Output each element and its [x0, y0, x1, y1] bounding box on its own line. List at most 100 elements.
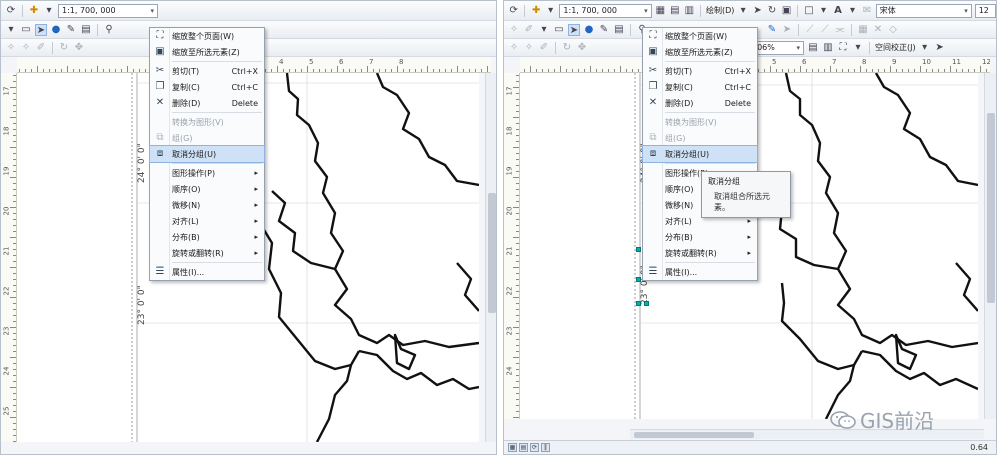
add-data-icon[interactable]: ✚: [530, 5, 541, 17]
scrollbar-thumb[interactable]: [987, 113, 995, 303]
select-arrow-icon[interactable]: ➤: [934, 42, 946, 54]
vertical-scrollbar[interactable]: [485, 73, 496, 442]
refresh-icon[interactable]: ⟳: [508, 5, 519, 17]
menu-item-properties[interactable]: ☰ 属性(I)...: [643, 264, 757, 280]
pan-icon[interactable]: ✥: [73, 42, 85, 54]
spatial-adjust-menu[interactable]: 空间校正(J): [875, 42, 916, 53]
sketch-icon[interactable]: ◇: [887, 24, 899, 36]
menu-item-sub-13[interactable]: 旋转或翻转(R) ▸: [150, 245, 264, 261]
menu-item-zoom-page[interactable]: ⛶ 缩放整个页面(W): [150, 28, 264, 44]
draw-menu[interactable]: 绘制(D): [706, 5, 734, 16]
menu-item-zoom-page[interactable]: ⛶ 缩放整个页面(W): [643, 28, 757, 44]
menu-item-zoom-selected[interactable]: ▣ 缩放至所选元素(Z): [150, 44, 264, 60]
vertex-icon[interactable]: ✧: [523, 42, 535, 54]
menu-item-cut[interactable]: ✂ 剪切(T) Ctrl+X: [150, 63, 264, 79]
vertex-icon[interactable]: ✧: [508, 42, 520, 54]
edit-pen-icon[interactable]: ✎: [598, 24, 610, 36]
rectangle-icon[interactable]: □: [803, 5, 814, 17]
scale-input[interactable]: 1:1, 700, 000 ▾: [559, 3, 652, 18]
add-data-icon[interactable]: ✚: [28, 5, 40, 17]
menu-item-cut[interactable]: ✂ 剪切(T) Ctrl+X: [643, 63, 757, 79]
zoom-selected-icon[interactable]: ▣: [781, 5, 792, 17]
chevron-down-icon[interactable]: ▾: [919, 42, 931, 54]
menu-item-properties[interactable]: ☰ 属性(I)...: [150, 264, 264, 280]
menu-item-group[interactable]: ⧉ 组(G): [150, 130, 264, 146]
table-icon[interactable]: ▤: [613, 24, 625, 36]
menu-item-ungroup[interactable]: ⧈ 取消分组(U): [149, 145, 265, 163]
text-tool-icon[interactable]: A: [832, 5, 843, 17]
vertex-icon[interactable]: ✧: [508, 24, 520, 36]
select-arrow-icon[interactable]: ➤: [35, 23, 47, 36]
binoculars-icon[interactable]: ⚲: [103, 24, 115, 36]
selection-handle[interactable]: [636, 277, 641, 282]
menu-item-group[interactable]: ⧉ 组(G): [643, 130, 757, 146]
scrollbar-thumb[interactable]: [488, 193, 496, 313]
vertical-scrollbar[interactable]: [984, 73, 996, 419]
toolbox-icon[interactable]: ▥: [684, 5, 695, 17]
reshape-icon[interactable]: ✐: [523, 24, 535, 36]
chevron-down-icon[interactable]: ▾: [43, 5, 55, 17]
vertex-icon[interactable]: ✧: [20, 42, 32, 54]
chevron-down-icon[interactable]: ▾: [5, 24, 17, 36]
edit-pen-icon[interactable]: ✎: [65, 24, 77, 36]
close-icon[interactable]: ✕: [872, 24, 884, 36]
chevron-down-icon[interactable]: ▾: [818, 5, 829, 17]
line-icon[interactable]: ⟋: [819, 24, 831, 36]
chevron-down-icon[interactable]: ▾: [538, 24, 550, 36]
selection-handle[interactable]: [636, 301, 641, 306]
chevron-down-icon[interactable]: ▾: [852, 42, 864, 54]
pause-draw-button[interactable]: ‖: [541, 443, 550, 452]
menu-item-sub-10[interactable]: 微移(N) ▸: [150, 197, 264, 213]
font-size-select[interactable]: 12: [974, 3, 996, 18]
scrollbar-thumb[interactable]: [634, 432, 754, 438]
refresh-view-button[interactable]: ⟳: [530, 443, 539, 452]
menu-item-sub-12[interactable]: 分布(B) ▸: [150, 229, 264, 245]
split-icon[interactable]: ⫘: [834, 24, 846, 36]
menu-item-sub-8[interactable]: 图形操作(P) ▸: [150, 165, 264, 181]
chevron-down-icon[interactable]: ▾: [847, 5, 858, 17]
catalog-icon[interactable]: ▤: [669, 5, 680, 17]
table-icon[interactable]: ▤: [80, 24, 92, 36]
rotate-icon[interactable]: ↻: [766, 5, 777, 17]
chevron-down-icon[interactable]: ▾: [737, 5, 748, 17]
vertex-icon[interactable]: ✧: [5, 42, 17, 54]
menu-item-delete[interactable]: ✕ 删除(D) Delete: [150, 95, 264, 111]
pan-icon[interactable]: ✥: [576, 42, 588, 54]
line-icon[interactable]: ⟋: [804, 24, 816, 36]
layout-view-button[interactable]: ▤: [519, 443, 528, 452]
selection-handle[interactable]: [644, 301, 649, 306]
rotate-icon[interactable]: ↻: [561, 42, 573, 54]
menu-item-sub-13[interactable]: 旋转或翻转(R) ▸: [643, 245, 757, 261]
layout-icon[interactable]: ▦: [655, 5, 666, 17]
menu-item-convert-graphic[interactable]: 转换为图形(V): [150, 114, 264, 130]
data-view-button[interactable]: ▦: [508, 443, 517, 452]
new-map-icon[interactable]: ▭: [553, 24, 565, 36]
rotate-icon[interactable]: ↻: [58, 42, 70, 54]
menu-item-sub-9[interactable]: 顺序(O) ▸: [150, 181, 264, 197]
attributes-icon[interactable]: ▦: [857, 24, 869, 36]
info-icon[interactable]: ●: [50, 24, 62, 36]
page-icon[interactable]: ▤: [807, 42, 819, 54]
menu-item-sub-11[interactable]: 对齐(L) ▸: [150, 213, 264, 229]
brush-icon[interactable]: ✎: [766, 24, 778, 36]
menu-item-copy[interactable]: ❐ 复制(C) Ctrl+C: [150, 79, 264, 95]
new-map-icon[interactable]: ▭: [20, 24, 32, 36]
zoom-page-icon[interactable]: ⛶: [837, 42, 849, 54]
reshape-icon[interactable]: ✐: [35, 42, 47, 54]
font-name-select[interactable]: 宋体 ▾: [875, 3, 972, 18]
vertex-icon[interactable]: ➤: [781, 24, 793, 36]
menu-item-copy[interactable]: ❐ 复制(C) Ctrl+C: [643, 79, 757, 95]
refresh-icon[interactable]: ⟳: [5, 5, 17, 17]
select-arrow-icon[interactable]: ➤: [568, 23, 580, 36]
page-icon[interactable]: ▥: [822, 42, 834, 54]
callout-icon[interactable]: ✉: [861, 5, 872, 17]
menu-item-zoom-selected[interactable]: ▣ 缩放至所选元素(Z): [643, 44, 757, 60]
chevron-down-icon[interactable]: ▾: [545, 5, 556, 17]
info-icon[interactable]: ●: [583, 24, 595, 36]
menu-item-ungroup[interactable]: ⧈ 取消分组(U): [642, 145, 758, 163]
reshape-icon[interactable]: ✐: [538, 42, 550, 54]
scale-input[interactable]: 1:1, 700, 000 ▾: [58, 3, 158, 18]
menu-item-convert-graphic[interactable]: 转换为图形(V): [643, 114, 757, 130]
selection-handle[interactable]: [636, 247, 641, 252]
select-arrow-icon[interactable]: ➤: [752, 5, 763, 17]
